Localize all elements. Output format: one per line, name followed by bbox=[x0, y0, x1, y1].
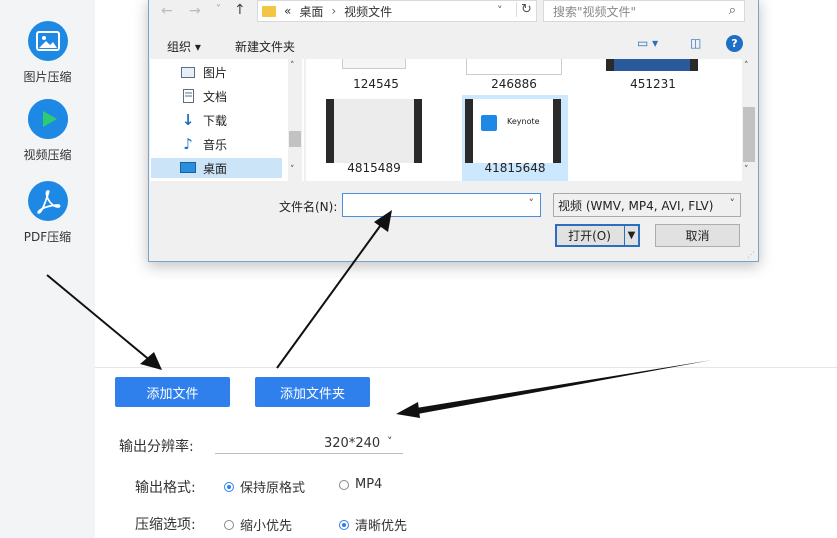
arrowhead-icon bbox=[374, 210, 392, 232]
arrow-line bbox=[410, 360, 712, 415]
arrow-line bbox=[276, 221, 384, 369]
arrowhead-icon bbox=[396, 402, 420, 418]
annotation-arrows bbox=[46, 210, 712, 418]
app-window: 图片压缩 视频压缩 PDF压缩 添加文件 添加文件夹 输出分辨率: 320*24… bbox=[0, 0, 837, 538]
arrow-line bbox=[46, 274, 153, 363]
